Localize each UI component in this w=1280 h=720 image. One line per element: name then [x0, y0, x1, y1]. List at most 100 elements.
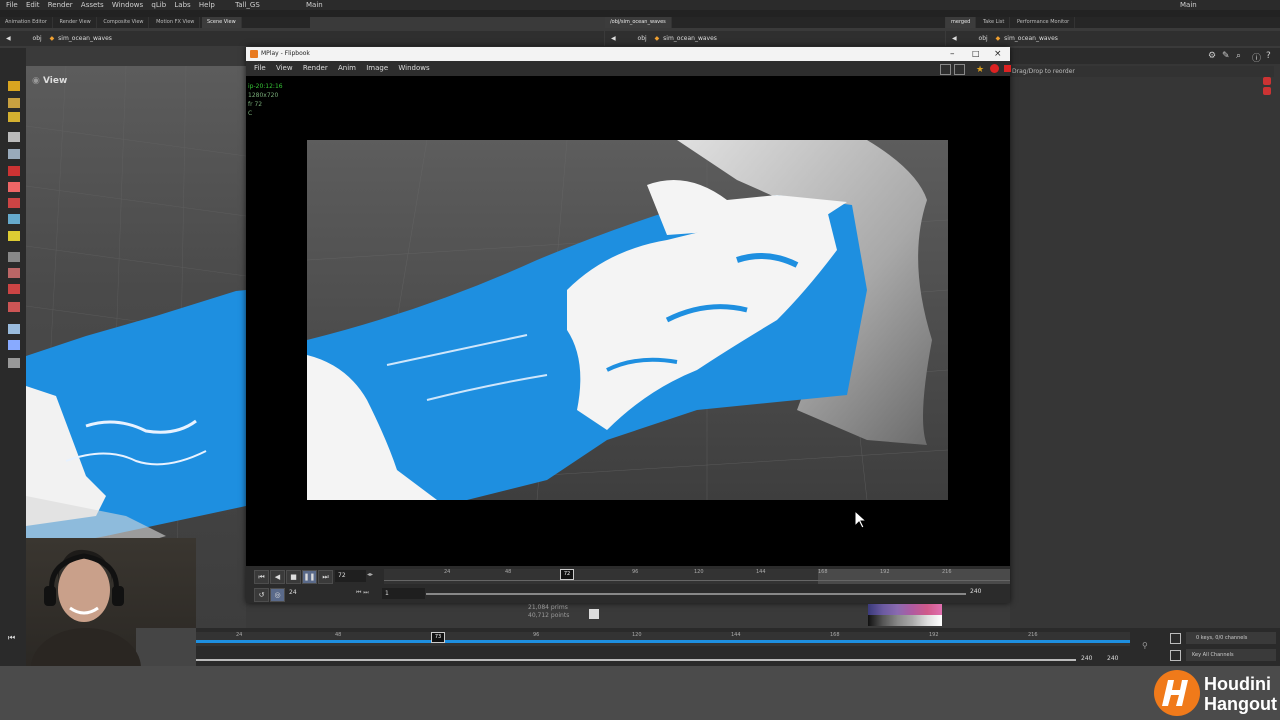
lock-icon[interactable]: [8, 149, 20, 159]
tab-performance-monitor[interactable]: Performance Monitor: [1012, 17, 1076, 28]
camera-snapshot-icon[interactable]: [589, 609, 599, 619]
tab-scene-view[interactable]: Scene View: [201, 17, 242, 28]
current-frame-field[interactable]: 72: [335, 570, 366, 582]
pose-icon[interactable]: [8, 98, 20, 108]
mplay-menu-render[interactable]: Render: [303, 64, 328, 72]
menu-file[interactable]: File: [6, 0, 18, 10]
path-root[interactable]: obj: [979, 31, 988, 46]
search-icon[interactable]: ⌕: [1236, 51, 1241, 61]
back-arrow-icon[interactable]: ◀: [952, 31, 957, 46]
close-pane-icon[interactable]: [1263, 77, 1271, 85]
lasso-icon[interactable]: [8, 268, 20, 278]
jump-start-icon[interactable]: ⏮: [8, 633, 15, 643]
close-icon[interactable]: ×: [994, 47, 1002, 61]
menu-labs[interactable]: Labs: [174, 0, 190, 10]
path-node[interactable]: sim_ocean_waves: [663, 31, 717, 46]
back-arrow-icon[interactable]: ◀: [611, 31, 616, 46]
light-icon[interactable]: [8, 358, 20, 368]
menu-assets[interactable]: Assets: [81, 0, 104, 10]
menu-edit[interactable]: Edit: [26, 0, 40, 10]
snapshot-icon[interactable]: [954, 64, 965, 75]
stop-button[interactable]: ■: [286, 570, 301, 584]
step-value[interactable]: 24: [289, 589, 297, 596]
timeline-track[interactable]: 24 48 96 120 144 168 192 216 73: [140, 632, 1130, 646]
stop-render-icon[interactable]: [990, 64, 999, 73]
transform-icon[interactable]: [8, 214, 20, 224]
tab-take-list[interactable]: Take List: [978, 17, 1011, 28]
key-all-channels-button[interactable]: Key All Channels: [1186, 649, 1276, 661]
tab-merged[interactable]: merged: [946, 17, 977, 28]
jump-start-button[interactable]: ⏮: [254, 570, 269, 584]
menu-qlib[interactable]: qLib: [151, 0, 166, 10]
frame-marker[interactable]: 72: [560, 569, 574, 580]
key-icon[interactable]: ⚲: [1142, 641, 1148, 650]
magnet-icon[interactable]: [8, 284, 20, 294]
scale-icon[interactable]: [8, 198, 20, 208]
help-icon[interactable]: ?: [1266, 51, 1271, 61]
crop-icon[interactable]: [8, 252, 20, 262]
range-slider[interactable]: [196, 659, 1076, 661]
mplay-timeline-track[interactable]: 24 48 96 120 144 168 192 216 72: [384, 569, 1010, 584]
key-all-icon[interactable]: [1170, 650, 1181, 661]
measure-icon[interactable]: [8, 231, 20, 241]
right-desktop-selector[interactable]: Main: [1180, 0, 1197, 10]
range-arrows-icon[interactable]: ⏮ ⏭: [356, 589, 369, 597]
camera-icon[interactable]: [8, 340, 20, 350]
desktop-selector[interactable]: Tall_GS: [235, 0, 260, 10]
jump-end-button[interactable]: ⏭: [318, 570, 333, 584]
handle-icon[interactable]: [8, 81, 20, 91]
menu-render[interactable]: Render: [48, 0, 73, 10]
minimize-icon[interactable]: –: [950, 47, 955, 61]
view-tool-icon[interactable]: [8, 324, 20, 334]
back-arrow-icon[interactable]: ◀: [6, 31, 11, 46]
path-root[interactable]: obj: [33, 31, 42, 46]
tab-animation-editor[interactable]: Animation Editor: [0, 17, 53, 28]
mplay-menu-file[interactable]: File: [254, 64, 266, 72]
menu-help[interactable]: Help: [199, 0, 215, 10]
node-icon: ◆: [654, 35, 660, 42]
path-node[interactable]: sim_ocean_waves: [58, 31, 112, 46]
pin-icon[interactable]: [1263, 87, 1271, 95]
prim-count: 21,084 prims: [528, 604, 568, 611]
tab-render-view[interactable]: Render View: [54, 17, 97, 28]
fit-icon[interactable]: [940, 64, 951, 75]
mplay-menu-anim[interactable]: Anim: [338, 64, 356, 72]
keys-status[interactable]: 0 keys, 0/0 channels: [1186, 632, 1276, 644]
start-frame-field[interactable]: 1: [382, 588, 425, 599]
snap-icon[interactable]: [8, 302, 20, 312]
color-palette[interactable]: [868, 604, 942, 626]
channel-list-icon[interactable]: [1170, 633, 1181, 644]
path-root[interactable]: obj: [638, 31, 647, 46]
pause-button[interactable]: ❚❚: [302, 570, 317, 584]
mplay-image-view[interactable]: ip-20:12:16 1280x720 fr 72 C: [246, 76, 1010, 563]
mplay-menu-view[interactable]: View: [276, 64, 293, 72]
range-slider[interactable]: [426, 593, 966, 595]
brush-icon[interactable]: [8, 112, 20, 122]
mplay-menu-windows[interactable]: Windows: [398, 64, 429, 72]
gear-icon[interactable]: ⚙: [1208, 51, 1216, 61]
loop-button[interactable]: ↺: [254, 588, 269, 602]
rotate-icon[interactable]: [8, 182, 20, 192]
menu-windows[interactable]: Windows: [112, 0, 143, 10]
main-selector[interactable]: Main: [306, 0, 323, 10]
clear-icon[interactable]: [1004, 65, 1011, 72]
pen-icon[interactable]: ✎: [1222, 51, 1230, 61]
tab-network-path[interactable]: /obj/sim_ocean_waves: [605, 17, 672, 28]
info-icon[interactable]: ⓘ: [1252, 51, 1261, 64]
play-reverse-button[interactable]: ◀: [270, 570, 285, 584]
drag-hint: Drag/Drop to reorder: [1010, 66, 1274, 77]
end-frame-field[interactable]: 240: [970, 588, 981, 595]
move-icon[interactable]: [8, 166, 20, 176]
path-node[interactable]: sim_ocean_waves: [1004, 31, 1058, 46]
maximize-icon[interactable]: □: [972, 47, 980, 61]
range-end-a[interactable]: 240: [1081, 655, 1092, 662]
range-end-b[interactable]: 240: [1107, 655, 1118, 662]
timeline-marker[interactable]: 73: [431, 632, 445, 643]
pane-tabs-mid: /obj/sim_ocean_waves: [605, 17, 945, 28]
select-icon[interactable]: [8, 132, 20, 142]
step-arrows-icon[interactable]: ◂▸: [367, 571, 373, 578]
tab-composite-view[interactable]: Composite View: [98, 17, 150, 28]
tab-motion-fx-view[interactable]: Motion FX View: [151, 17, 201, 28]
realtime-button[interactable]: ◎: [270, 588, 285, 602]
mplay-menu-image[interactable]: Image: [366, 64, 388, 72]
